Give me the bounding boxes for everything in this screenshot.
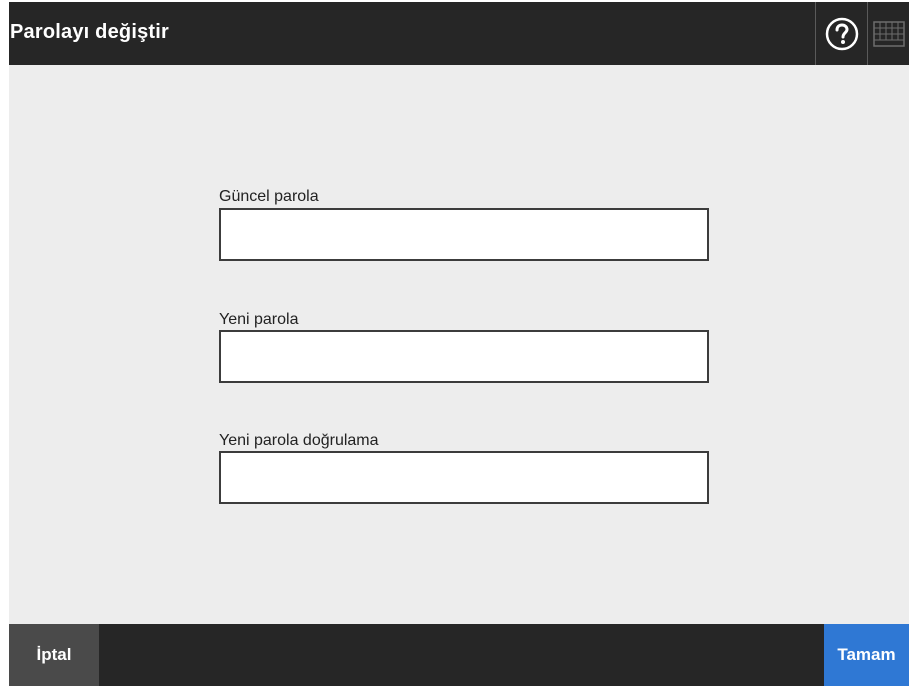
- current-password-label: Güncel parola: [219, 188, 319, 205]
- help-icon: [825, 17, 858, 50]
- cancel-button[interactable]: İptal: [9, 624, 99, 686]
- title-bar: Parolayı değiştir: [9, 2, 909, 65]
- password-change-dialog: Parolayı değiştir Güncel parola Yeni par…: [9, 2, 909, 686]
- current-password-field[interactable]: [219, 208, 709, 261]
- footer-bar: İptal Tamam: [9, 624, 909, 686]
- page-title: Parolayı değiştir: [10, 21, 170, 43]
- confirm-password-label: Yeni parola doğrulama: [219, 432, 379, 449]
- ok-button[interactable]: Tamam: [824, 624, 909, 686]
- keyboard-button[interactable]: [867, 2, 909, 65]
- help-button[interactable]: [815, 2, 867, 65]
- new-password-field[interactable]: [219, 330, 709, 383]
- keyboard-icon: [872, 20, 905, 47]
- new-password-label: Yeni parola: [219, 311, 299, 328]
- confirm-password-field[interactable]: [219, 451, 709, 504]
